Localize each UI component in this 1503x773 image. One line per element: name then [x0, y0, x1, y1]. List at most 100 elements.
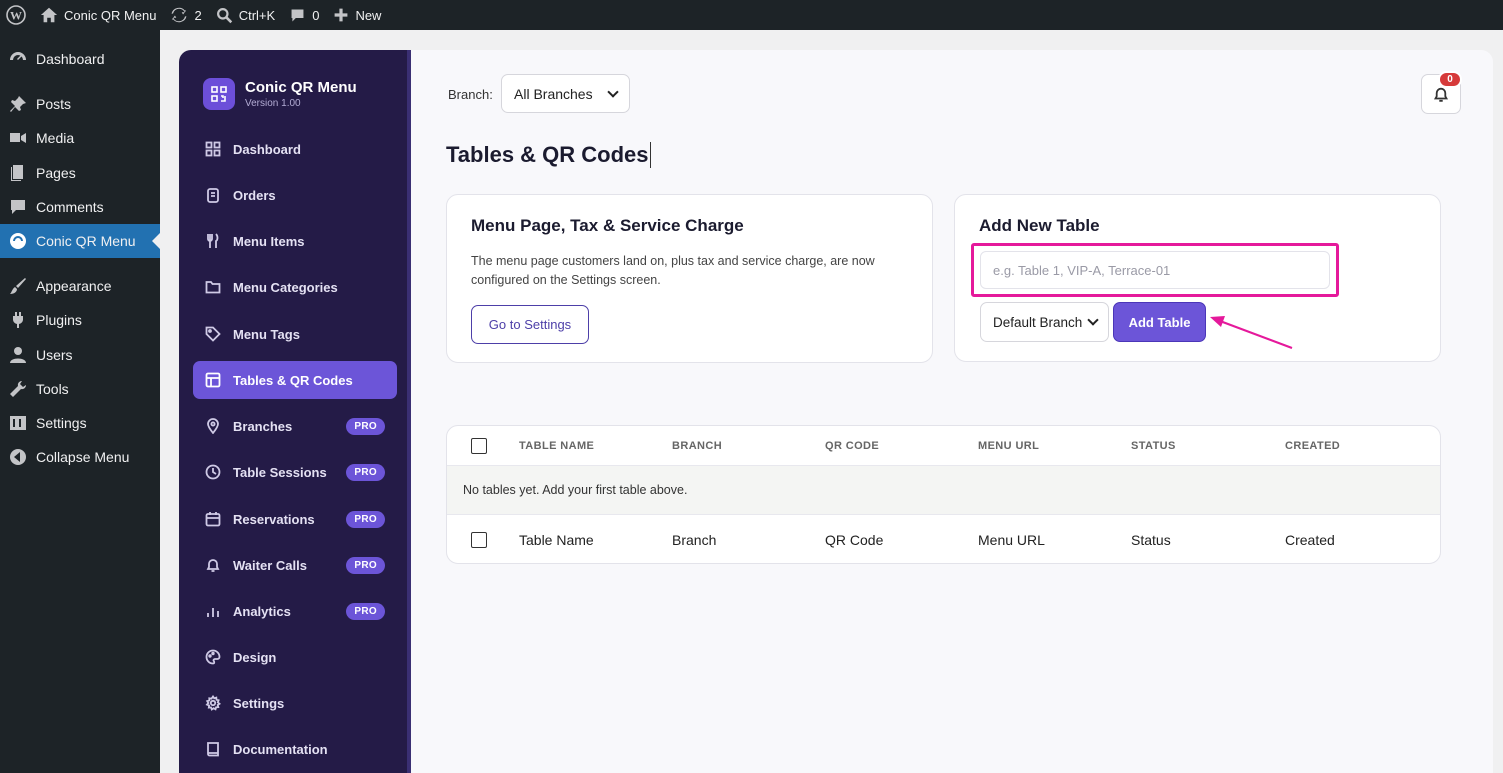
pro-badge: PRO	[346, 464, 385, 481]
site-name: Conic QR Menu	[64, 7, 157, 23]
wp-menu-dashboard[interactable]: Dashboard	[0, 42, 160, 76]
nav-dashboard[interactable]: Dashboard	[193, 130, 397, 168]
wp-menu-appearance[interactable]: Appearance	[0, 269, 160, 303]
column-header[interactable]: BRANCH	[672, 440, 722, 452]
nav-branches[interactable]: Branches PRO	[193, 407, 397, 445]
nav-waiter-calls[interactable]: Waiter Calls PRO	[193, 546, 397, 584]
table-name-input[interactable]	[980, 251, 1330, 289]
column-footer[interactable]: Branch	[672, 532, 716, 548]
add-table-title: Add New Table	[979, 216, 1100, 235]
wp-menu-posts[interactable]: Posts	[0, 87, 160, 121]
new-content-link[interactable]: New	[326, 0, 388, 30]
tables-list: TABLE NAME BRANCH QR CODE MENU URL STATU…	[446, 425, 1441, 564]
wp-menu-media[interactable]: Media	[0, 121, 160, 155]
wp-menu-conic-qr-menu[interactable]: Conic QR Menu	[0, 224, 160, 258]
wp-menu-pages[interactable]: Pages	[0, 156, 160, 190]
settings-card-description: The menu page customers land on, plus ta…	[471, 254, 875, 287]
bell-icon	[206, 559, 220, 572]
table-header-row: TABLE NAME BRANCH QR CODE MENU URL STATU…	[447, 426, 1440, 466]
wp-menu-plugins[interactable]: Plugins	[0, 303, 160, 337]
settings-info-card: Menu Page, Tax & Service Charge The menu…	[446, 194, 933, 363]
column-footer[interactable]: Created	[1285, 532, 1335, 548]
column-header[interactable]: MENU URL	[978, 440, 1039, 452]
nav-tables-qr-codes[interactable]: Tables & QR Codes	[193, 361, 397, 399]
clock-icon	[205, 464, 221, 480]
wordpress-logo[interactable]: W	[0, 0, 33, 30]
pro-badge: PRO	[346, 511, 385, 528]
wordpress-icon: W	[6, 5, 26, 25]
pro-badge: PRO	[346, 557, 385, 574]
new-label: New	[355, 7, 382, 23]
wp-menu-users[interactable]: Users	[0, 338, 160, 372]
media-icon	[10, 133, 26, 143]
comments-link[interactable]: 0	[282, 0, 326, 30]
comments-icon	[11, 200, 25, 214]
column-footer[interactable]: QR Code	[825, 532, 883, 548]
nav-analytics[interactable]: Analytics PRO	[193, 592, 397, 630]
wp-admin-menu: Dashboard Posts Media Pages Comments Con…	[0, 30, 160, 773]
table-branch-select[interactable]: Default Branch	[980, 302, 1109, 342]
column-header[interactable]: CREATED	[1285, 440, 1340, 452]
palette-icon	[205, 649, 221, 665]
column-header[interactable]: TABLE NAME	[519, 440, 594, 452]
plugin-wrapper: Conic QR Menu Version 1.00 Dashboard Ord…	[179, 50, 1493, 773]
column-header[interactable]: STATUS	[1131, 440, 1176, 452]
wp-menu-settings[interactable]: Settings	[0, 406, 160, 440]
empty-state-row: No tables yet. Add your first table abov…	[447, 466, 1440, 515]
empty-state-message: No tables yet. Add your first table abov…	[463, 483, 688, 497]
location-icon	[207, 418, 219, 434]
column-footer[interactable]: Table Name	[519, 532, 594, 548]
column-footer[interactable]: Status	[1131, 532, 1171, 548]
wp-menu-tools[interactable]: Tools	[0, 372, 160, 406]
nav-menu-items[interactable]: Menu Items	[193, 222, 397, 260]
page-title: Tables & QR Codes	[446, 142, 651, 168]
wp-menu-collapse[interactable]: Collapse Menu	[0, 440, 160, 474]
site-name-link[interactable]: Conic QR Menu	[33, 0, 163, 30]
table-footer-row: Table Name Branch QR Code Menu URL Statu…	[447, 515, 1440, 563]
settings-card-title: Menu Page, Tax & Service Charge	[471, 216, 744, 235]
settings-icon	[10, 416, 26, 430]
brush-icon	[10, 278, 26, 294]
user-icon	[10, 347, 26, 363]
nav-table-sessions[interactable]: Table Sessions PRO	[193, 453, 397, 491]
pages-icon	[11, 165, 23, 181]
nav-reservations[interactable]: Reservations PRO	[193, 500, 397, 538]
nav-documentation[interactable]: Documentation	[193, 730, 397, 768]
clipboard-icon	[207, 188, 219, 203]
branch-filter-value: All Branches	[514, 85, 593, 102]
arrow-annotation-icon	[1210, 316, 1293, 350]
nav-settings[interactable]: Settings	[193, 684, 397, 722]
plus-icon	[335, 8, 348, 22]
nav-menu-tags[interactable]: Menu Tags	[193, 315, 397, 353]
folder-icon	[205, 281, 221, 294]
nav-design[interactable]: Design	[193, 638, 397, 676]
qr-logo-icon	[203, 78, 235, 110]
table-icon	[205, 372, 221, 388]
select-all-checkbox[interactable]	[471, 437, 487, 454]
search-shortcut-label: Ctrl+K	[238, 7, 276, 23]
column-header[interactable]: QR CODE	[825, 440, 879, 452]
branch-filter-select[interactable]: All Branches	[501, 74, 630, 113]
pro-badge: PRO	[346, 418, 385, 435]
search-shortcut[interactable]: Ctrl+K	[209, 0, 282, 30]
updates-link[interactable]: 2	[163, 0, 208, 30]
pro-badge: PRO	[346, 603, 385, 620]
column-footer[interactable]: Menu URL	[978, 532, 1045, 548]
home-icon	[40, 7, 58, 23]
plugin-icon	[10, 233, 26, 249]
wp-menu-comments[interactable]: Comments	[0, 190, 160, 224]
table-branch-value: Default Branch	[993, 314, 1083, 330]
comment-icon	[291, 9, 304, 21]
pin-icon	[10, 96, 26, 112]
add-table-button[interactable]: Add Table	[1113, 302, 1206, 342]
chevron-down-icon	[607, 86, 619, 98]
nav-menu-categories[interactable]: Menu Categories	[193, 268, 397, 306]
select-all-footer-checkbox[interactable]	[471, 532, 487, 548]
add-table-card: Add New Table Default Branch Add Table	[954, 194, 1441, 362]
dashboard-icon	[10, 52, 26, 60]
nav-orders[interactable]: Orders	[193, 176, 397, 214]
go-to-settings-button[interactable]: Go to Settings	[471, 305, 589, 344]
grid-icon	[205, 141, 221, 157]
tag-icon	[205, 326, 221, 342]
plugin-version: Version 1.00	[245, 98, 301, 109]
